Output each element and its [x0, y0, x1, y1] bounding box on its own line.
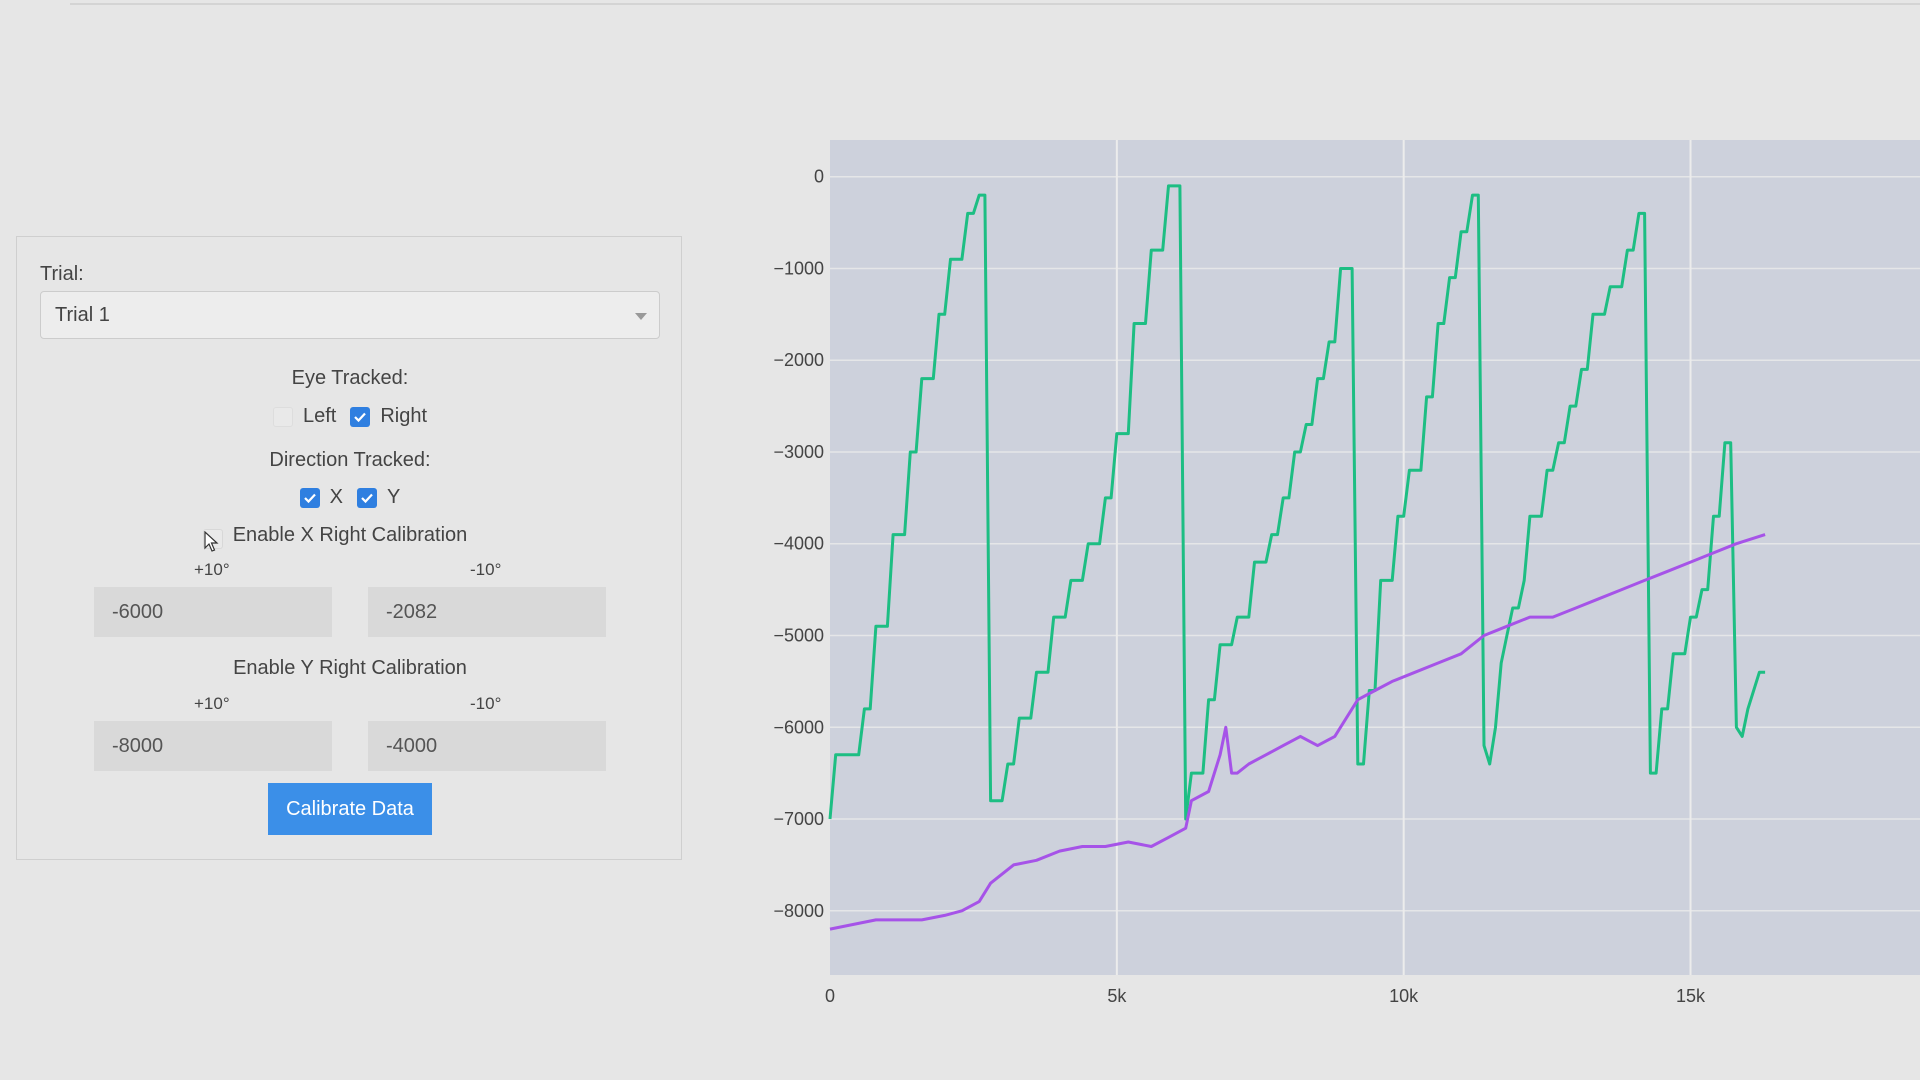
- eye-option-left[interactable]: Left: [272, 405, 337, 428]
- y-tick-label: −5000: [773, 625, 824, 645]
- x-minus-ten-label: -10°: [470, 560, 502, 579]
- y-tick-label: −6000: [773, 717, 824, 737]
- y-tick-label: −8000: [773, 901, 824, 921]
- chevron-down-icon: [635, 313, 647, 320]
- plot-area: [830, 140, 1920, 975]
- x-tick-label: 15k: [1676, 986, 1706, 1006]
- y-tick-label: 0: [814, 167, 824, 187]
- y-tick-label: −1000: [773, 258, 824, 278]
- mouse-cursor-icon: [204, 531, 219, 552]
- trial-label: Trial:: [40, 263, 84, 285]
- x-tick-label: 10k: [1389, 986, 1419, 1006]
- y-tick-label: −3000: [773, 442, 824, 462]
- enable-y-calibration-label: Enable Y Right Calibration: [233, 657, 467, 679]
- direction-tracked-label: Direction Tracked:: [269, 449, 431, 471]
- checkmark-icon: [303, 493, 316, 503]
- eye-option-left-label: Left: [302, 405, 337, 427]
- y-tick-label: −2000: [773, 350, 824, 370]
- calibrate-data-button[interactable]: Calibrate Data: [268, 783, 432, 835]
- eye-tracked-label: Eye Tracked:: [291, 367, 409, 389]
- y-tick-label: −4000: [773, 534, 824, 554]
- direction-tracked-options: X Y: [17, 486, 683, 509]
- eye-tracked-options: Left Right: [17, 405, 683, 428]
- checkmark-icon: [354, 412, 367, 422]
- eye-option-right[interactable]: Right: [350, 405, 427, 428]
- y-checkbox[interactable]: [357, 487, 377, 508]
- direction-option-x-label: X: [329, 486, 343, 508]
- left-checkbox[interactable]: [272, 406, 293, 427]
- checkmark-icon: [361, 493, 373, 503]
- enable-x-calibration-label: Enable X Right Calibration: [232, 524, 468, 546]
- direction-option-y[interactable]: Y: [357, 486, 400, 509]
- y-plus-ten-input[interactable]: -8000: [94, 721, 332, 771]
- top-divider: [70, 3, 1920, 5]
- control-panel: Trial: Trial 1 Eye Tracked: Left Right D…: [16, 236, 682, 860]
- trial-dropdown-value: Trial 1: [55, 304, 110, 326]
- y-minus-ten-label: -10°: [470, 694, 502, 713]
- y-plus-ten-label: +10°: [194, 694, 230, 713]
- trial-dropdown[interactable]: Trial 1: [40, 291, 660, 339]
- x-tick-label: 5k: [1107, 986, 1127, 1006]
- y-tick-label: −7000: [773, 809, 824, 829]
- right-checkbox[interactable]: [350, 406, 371, 427]
- y-minus-ten-input[interactable]: -4000: [368, 721, 606, 771]
- x-tick-label: 0: [825, 986, 835, 1006]
- direction-option-x[interactable]: X: [299, 486, 343, 509]
- x-plus-ten-input[interactable]: -6000: [94, 587, 332, 637]
- direction-option-y-label: Y: [387, 486, 401, 508]
- x-checkbox[interactable]: [299, 487, 320, 508]
- eye-option-right-label: Right: [380, 405, 428, 427]
- eye-tracking-chart[interactable]: 0 5k 10k 15k 0 −1000 −2000 −3000 −4000 −5000 −6000…: [740, 130, 1920, 1010]
- x-plus-ten-label: +10°: [194, 560, 230, 579]
- x-minus-ten-input[interactable]: -2082: [368, 587, 606, 637]
